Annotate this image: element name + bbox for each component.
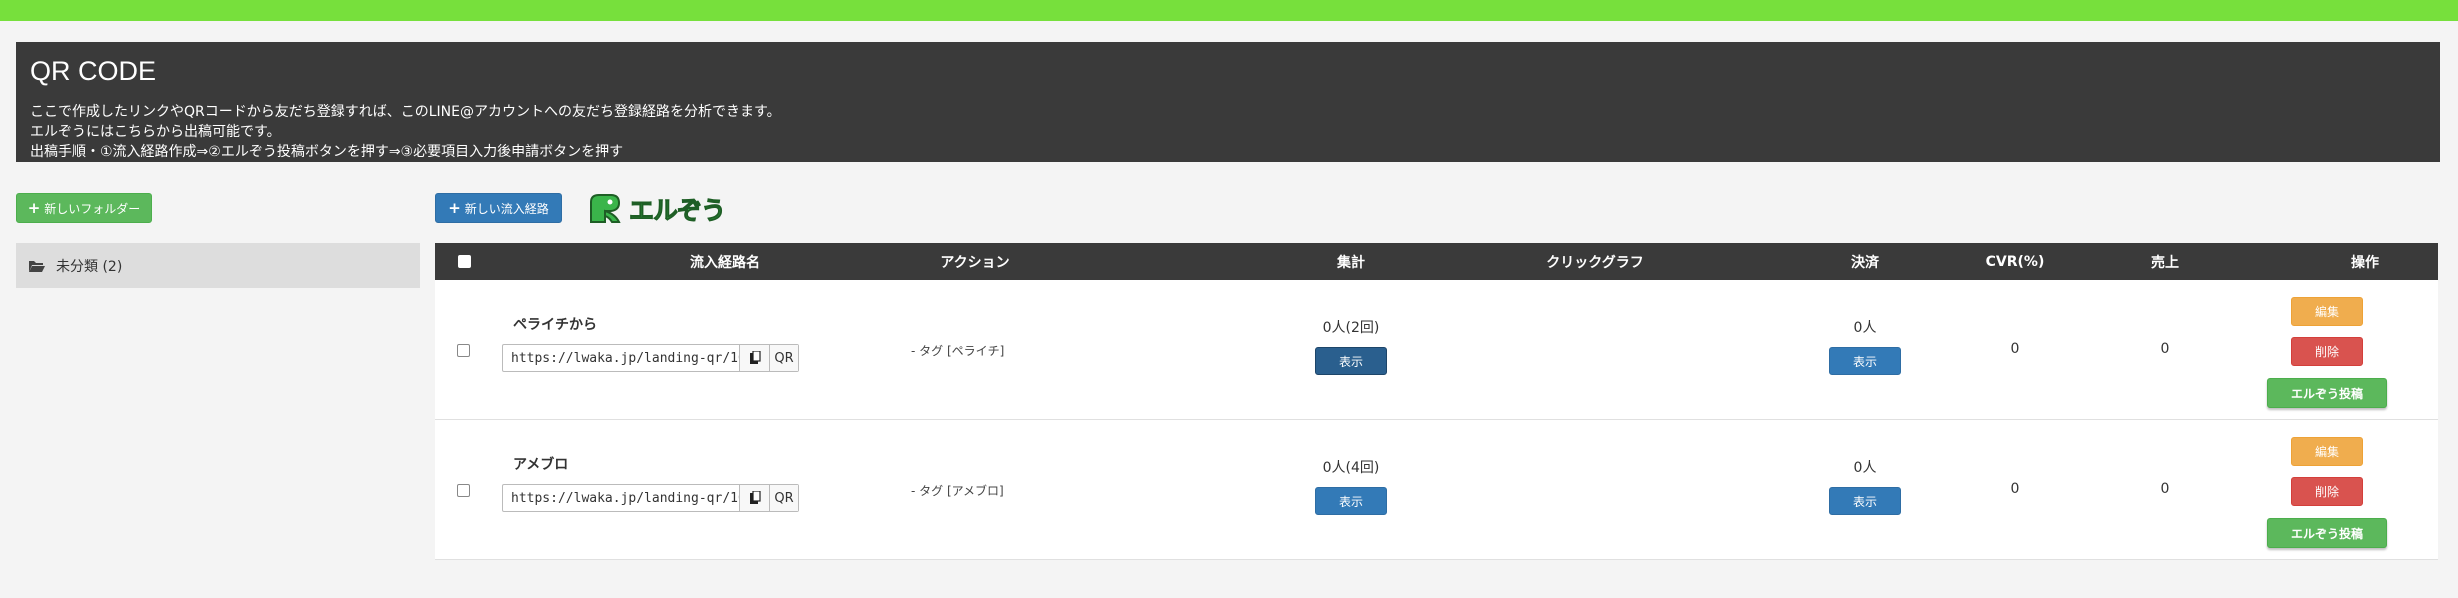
sales-value: 0 [2160,481,2170,497]
route-name: ペライチから [513,317,597,333]
cvr-value: 0 [2010,341,2020,357]
header-operation: 操作 [2351,254,2379,271]
table-header: 流入経路名 アクション 集計 クリックグラフ 決済 CVR(%) 売上 操作 [435,243,2438,280]
header-action: アクション [940,254,1010,271]
cvr-value: 0 [2010,481,2020,497]
eruzou-logo[interactable]: エルぞう [585,192,730,226]
select-all-checkbox[interactable] [457,255,471,268]
header-name: 流入経路名 [690,254,760,271]
eruzou-post-button[interactable]: エルぞう投稿 [2267,518,2387,548]
table-row: アメブロ https://lwaka.jp/landing-qr/16 QR -… [435,420,2438,560]
row-checkbox[interactable] [457,344,470,357]
banner-line-3: 出稿手順・①流入経路作成⇒②エルぞう投稿ボタンを押す⇒③必要項目入力後申請ボタン… [30,144,624,160]
aggregate-value: 0人(2回) [1322,320,1380,336]
plus-icon: + [448,198,461,217]
route-action: - タグ [ペライチ] [911,344,1005,358]
folder-label: 未分類 (2) [56,258,123,275]
edit-button[interactable]: 編集 [2291,297,2363,326]
delete-button[interactable]: 削除 [2291,477,2363,506]
clipboard-icon [749,491,761,504]
banner-line-1: ここで作成したリンクやQRコードから友だち登録すれば、このLINE@アカウントへ… [30,104,781,120]
new-route-button[interactable]: + 新しい流入経路 [435,193,562,223]
eruzou-post-button[interactable]: エルぞう投稿 [2267,378,2387,408]
select-all-checkbox-cell [457,243,471,280]
info-banner: QR CODE ここで作成したリンクやQRコードから友だち登録すれば、このLIN… [16,42,2440,162]
sales-value: 0 [2160,341,2170,357]
qr-button[interactable]: QR [769,485,798,511]
payment-show-button[interactable]: 表示 [1829,487,1901,515]
row-checkbox[interactable] [457,484,470,497]
plus-icon: + [27,198,41,217]
route-url-input[interactable]: https://lwaka.jp/landing-qr/16 [503,345,739,371]
new-folder-label: 新しいフォルダー [44,201,141,216]
aggregate-value: 0人(4回) [1322,460,1380,476]
payment-value: 0人 [1853,460,1877,476]
routes-table: 流入経路名 アクション 集計 クリックグラフ 決済 CVR(%) 売上 操作 ペ… [435,243,2438,560]
delete-button[interactable]: 削除 [2291,337,2363,366]
route-url-input[interactable]: https://lwaka.jp/landing-qr/16 [503,485,739,511]
folder-item-uncategorized[interactable]: 未分類 (2) [16,243,420,288]
header-sales: 売上 [2151,254,2179,271]
logo-text: エルぞう [628,196,726,226]
elephant-logo-icon [590,194,621,223]
header-cvr: CVR(%) [1985,253,2045,270]
copy-button[interactable] [739,345,769,371]
url-input-group: https://lwaka.jp/landing-qr/16 QR [502,344,799,372]
header-aggregate: 集計 [1337,254,1365,271]
aggregate-show-button[interactable]: 表示 [1315,347,1387,375]
aggregate-show-button[interactable]: 表示 [1315,487,1387,515]
clipboard-icon [749,351,761,364]
route-name: アメブロ [513,457,569,473]
qr-button[interactable]: QR [769,345,798,371]
banner-line-2: エルぞうにはこちらから出稿可能です。 [30,124,281,140]
payment-show-button[interactable]: 表示 [1829,347,1901,375]
header-click-graph: クリックグラフ [1546,254,1644,271]
route-action: - タグ [アメブロ] [911,484,1004,498]
new-route-label: 新しい流入経路 [464,201,549,216]
payment-value: 0人 [1853,320,1877,336]
url-input-group: https://lwaka.jp/landing-qr/16 QR [502,484,799,512]
new-folder-button[interactable]: + 新しいフォルダー [16,193,152,223]
page-title: QR CODE [30,56,157,86]
copy-button[interactable] [739,485,769,511]
header-payment: 決済 [1851,254,1879,271]
top-accent-bar [0,0,2458,21]
folder-open-icon [29,260,45,272]
table-row: ペライチから https://lwaka.jp/landing-qr/16 QR… [435,280,2438,420]
edit-button[interactable]: 編集 [2291,437,2363,466]
